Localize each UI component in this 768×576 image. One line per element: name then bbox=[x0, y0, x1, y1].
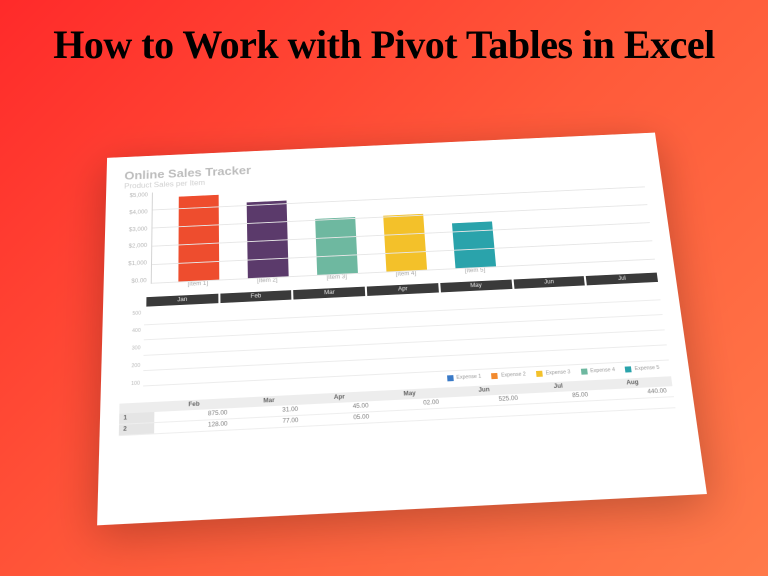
page-title: How to Work with Pivot Tables in Excel bbox=[0, 0, 768, 68]
chart-month-group bbox=[223, 379, 292, 382]
chart-bar bbox=[383, 214, 427, 273]
month-header-cell: Jan bbox=[146, 294, 218, 307]
chart-monthly-expenses-yaxis: 100 200 300 400 500 bbox=[120, 311, 144, 388]
month-header-cell: Jun bbox=[513, 276, 585, 289]
legend-swatch bbox=[581, 369, 588, 375]
data-table: FebMarAprMayJunJulAug 1875.0031.0045.000… bbox=[119, 376, 676, 436]
chart-bar bbox=[452, 221, 496, 269]
legend-swatch bbox=[536, 371, 543, 377]
table-cell: 05.00 bbox=[305, 412, 376, 427]
legend-swatch bbox=[447, 375, 454, 381]
legend-item: Expense 1 bbox=[447, 374, 482, 382]
legend-item: Expense 3 bbox=[536, 369, 571, 377]
legend-item: Expense 5 bbox=[625, 365, 660, 373]
month-header-cell: Mar bbox=[294, 287, 366, 300]
chart-bar bbox=[315, 217, 358, 276]
chart-month-group bbox=[147, 383, 216, 386]
chart-month-group bbox=[373, 372, 442, 375]
chart-month-group bbox=[298, 375, 367, 378]
chart-bar bbox=[247, 201, 289, 280]
report-sheet: Online Sales Tracker Product Sales per I… bbox=[97, 133, 707, 526]
month-header-cell: Jul bbox=[586, 273, 658, 286]
table-cell: 77.00 bbox=[234, 415, 305, 430]
legend-item: Expense 4 bbox=[581, 367, 616, 375]
month-header-cell: May bbox=[440, 280, 512, 293]
month-header-cell: Feb bbox=[220, 290, 292, 303]
table-cell bbox=[375, 408, 446, 423]
chart-product-sales-yaxis: $0.00 $1,000 $2,000 $3,000 $4,000 $5,000 bbox=[122, 193, 152, 286]
chart-bar bbox=[178, 195, 219, 283]
chart-month-group bbox=[447, 368, 515, 371]
month-header-cell: Apr bbox=[367, 283, 439, 296]
legend-item: Expense 2 bbox=[491, 372, 526, 380]
chart-month-group bbox=[597, 361, 665, 364]
legend-swatch bbox=[491, 373, 498, 379]
chart-month-group bbox=[522, 364, 590, 367]
table-cell bbox=[525, 401, 596, 416]
legend-swatch bbox=[625, 366, 632, 372]
